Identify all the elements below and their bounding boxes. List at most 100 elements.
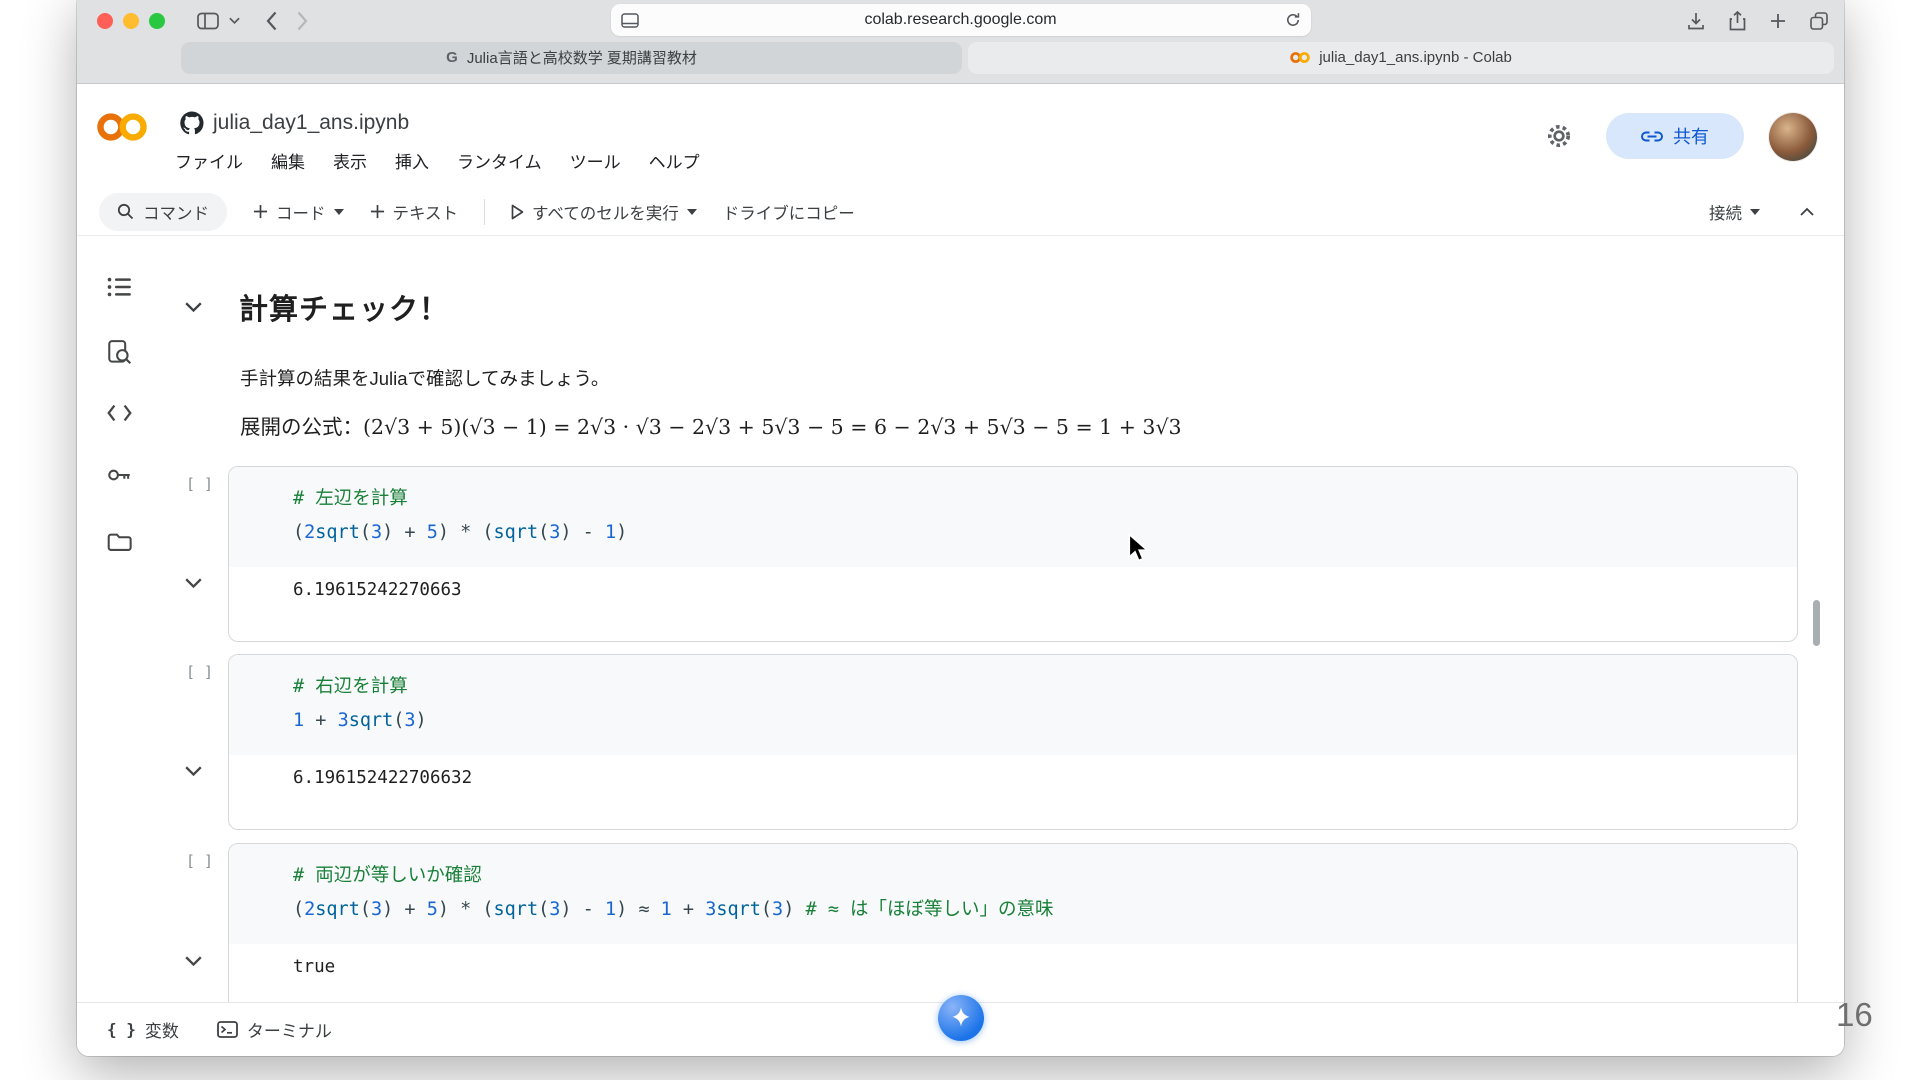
command-label: コマンド (143, 200, 209, 224)
notebook-toolbar: コマンド コード テキスト すべてのセルを実行 (77, 188, 1844, 236)
table-of-contents-button[interactable] (107, 276, 132, 301)
cell-run-marker[interactable]: [ ] (186, 475, 230, 493)
tab-colab-notebook[interactable]: julia_day1_ans.ipynb - Colab (968, 42, 1834, 74)
new-tab-button[interactable] (1770, 13, 1786, 29)
plus-icon (1770, 13, 1786, 29)
terminal-button[interactable]: ターミナル (217, 1017, 332, 1042)
notebook-title-row: julia_day1_ans.ipynb (180, 111, 409, 135)
section-heading-row: 計算チェック！ (185, 286, 449, 328)
menu-help[interactable]: ヘルプ (649, 148, 700, 173)
cell-output: 6.196152422706632 (229, 755, 1797, 788)
chevron-up-icon (1800, 207, 1814, 216)
copy-drive-label: ドライブにコピー (723, 200, 855, 224)
colab-favicon (1290, 51, 1310, 64)
cell-output: true (229, 944, 1797, 977)
list-icon (107, 276, 132, 298)
settings-button[interactable] (1545, 122, 1573, 150)
secrets-button[interactable] (107, 468, 132, 493)
plus-icon (253, 204, 268, 219)
gear-icon (1545, 122, 1573, 150)
cell-run-marker[interactable]: [ ] (186, 663, 230, 681)
minimize-button[interactable] (123, 13, 139, 29)
add-text-button[interactable]: テキスト (370, 200, 459, 224)
sidebar-icon (197, 12, 219, 30)
toolbar-divider (484, 199, 485, 225)
variables-button[interactable]: { } 変数 (107, 1017, 179, 1042)
download-icon (1687, 12, 1705, 31)
tab-julia-textbook[interactable]: G Julia言語と高校数学 夏期講習教材 (181, 42, 962, 74)
run-all-button[interactable]: すべてのセルを実行 (511, 200, 697, 224)
menu-runtime[interactable]: ランタイム (457, 148, 542, 173)
chevron-down-icon (185, 302, 202, 313)
url-text: colab.research.google.com (611, 11, 1311, 29)
back-button[interactable] (266, 11, 277, 31)
share-button[interactable]: 共有 (1606, 113, 1744, 159)
folder-icon (107, 532, 132, 552)
add-code-button[interactable]: コード (253, 200, 344, 224)
menu-insert[interactable]: 挿入 (395, 148, 429, 173)
output-collapse-button[interactable] (185, 956, 202, 967)
share-browser-button[interactable] (1729, 11, 1746, 31)
address-bar[interactable]: colab.research.google.com (611, 4, 1311, 36)
notebook-title[interactable]: julia_day1_ans.ipynb (213, 111, 409, 135)
output-collapse-button[interactable] (185, 766, 202, 777)
share-label: 共有 (1673, 123, 1709, 149)
code-snippets-button[interactable] (107, 404, 132, 429)
close-button[interactable] (97, 13, 113, 29)
forward-button[interactable] (297, 11, 308, 31)
menu-file[interactable]: ファイル (175, 148, 243, 173)
code-cell-1[interactable]: # 左辺を計算(2sqrt(3) + 5) * (sqrt(3) - 1) 6.… (228, 466, 1798, 642)
terminal-label: ターミナル (247, 1017, 332, 1042)
connect-label: 接続 (1709, 200, 1742, 224)
chevron-down-icon (334, 209, 344, 215)
chevron-down-icon (229, 17, 240, 25)
play-icon (511, 204, 524, 220)
chevron-down-icon (185, 578, 202, 589)
github-icon (180, 111, 204, 135)
link-icon (1641, 131, 1663, 142)
section-heading: 計算チェック！ (239, 286, 449, 328)
menu-edit[interactable]: 編集 (271, 148, 305, 173)
braces-icon: { } (107, 1020, 136, 1039)
scrollbar-thumb[interactable] (1813, 600, 1820, 646)
zoom-button[interactable] (149, 13, 165, 29)
sidebar-menu-button[interactable] (229, 17, 240, 25)
code-icon (107, 404, 132, 422)
menu-bar: ファイル 編集 表示 挿入 ランタイム ツール ヘルプ (175, 147, 700, 173)
code-editor[interactable]: # 両辺が等しいか確認(2sqrt(3) + 5) * (sqrt(3) - 1… (229, 844, 1797, 944)
reload-button[interactable] (1285, 12, 1301, 28)
find-replace-button[interactable] (107, 340, 132, 365)
browser-window: colab.research.google.com (77, 0, 1844, 1056)
cell-run-marker[interactable]: [ ] (186, 852, 230, 870)
copy-to-drive-button[interactable]: ドライブにコピー (723, 200, 855, 224)
gemini-spark-button[interactable] (938, 995, 984, 1041)
chevron-left-icon (266, 11, 277, 31)
chevron-down-icon (687, 209, 697, 215)
code-cell-3[interactable]: # 両辺が等しいか確認(2sqrt(3) + 5) * (sqrt(3) - 1… (228, 843, 1798, 1018)
add-code-label: コード (276, 200, 326, 224)
chevron-down-icon (1750, 209, 1760, 215)
sidebar-toggle-button[interactable] (197, 12, 219, 30)
colab-app: julia_day1_ans.ipynb ファイル 編集 表示 挿入 ランタイム… (77, 84, 1844, 1056)
code-editor[interactable]: # 右辺を計算1 + 3sqrt(3) (229, 655, 1797, 755)
slide-page-number: 16 (1836, 996, 1873, 1034)
downloads-button[interactable] (1687, 12, 1705, 31)
colab-logo (97, 110, 147, 144)
traffic-lights (97, 13, 165, 29)
output-collapse-button[interactable] (185, 578, 202, 589)
collapse-section-button[interactable] (185, 302, 202, 313)
tab-overview-button[interactable] (1810, 12, 1828, 30)
menu-tools[interactable]: ツール (570, 148, 621, 173)
collapse-header-button[interactable] (1800, 207, 1814, 216)
avatar[interactable] (1769, 113, 1817, 161)
toolbar-left: コマンド コード テキスト すべてのセルを実行 (99, 193, 855, 231)
search-icon (117, 203, 134, 220)
files-button[interactable] (107, 532, 132, 557)
tab-label: Julia言語と高校数学 夏期講習教材 (467, 47, 697, 68)
tab-strip: G Julia言語と高校数学 夏期講習教材 julia_day1_ans.ipy… (77, 40, 1844, 84)
command-palette-button[interactable]: コマンド (99, 193, 227, 231)
menu-view[interactable]: 表示 (333, 148, 367, 173)
connect-button[interactable]: 接続 (1709, 200, 1760, 224)
code-editor[interactable]: # 左辺を計算(2sqrt(3) + 5) * (sqrt(3) - 1) (229, 467, 1797, 567)
code-cell-2[interactable]: # 右辺を計算1 + 3sqrt(3) 6.196152422706632 (228, 654, 1798, 830)
